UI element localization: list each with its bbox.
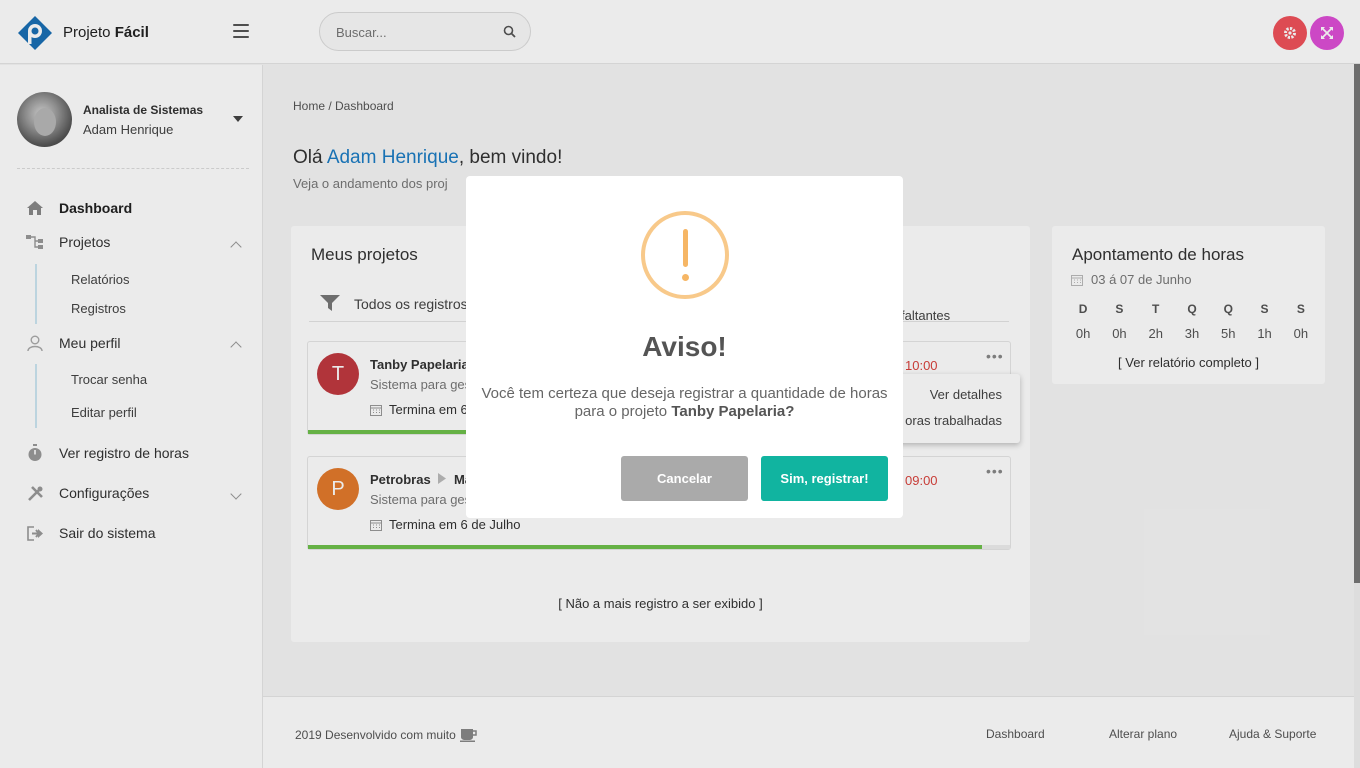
confirm-button[interactable]: Sim, registrar! [761, 456, 888, 501]
warning-icon [641, 211, 729, 299]
dialog-project-name: Tanby Papelaria [671, 403, 786, 420]
cancel-button[interactable]: Cancelar [621, 456, 748, 501]
dialog-message-end: ? [785, 403, 795, 420]
dialog-title: Aviso! [642, 331, 727, 362]
dialog-message: Você tem certeza que deseja registrar a … [480, 385, 889, 421]
confirm-dialog: Aviso! Você tem certeza que deseja regis… [466, 176, 903, 518]
